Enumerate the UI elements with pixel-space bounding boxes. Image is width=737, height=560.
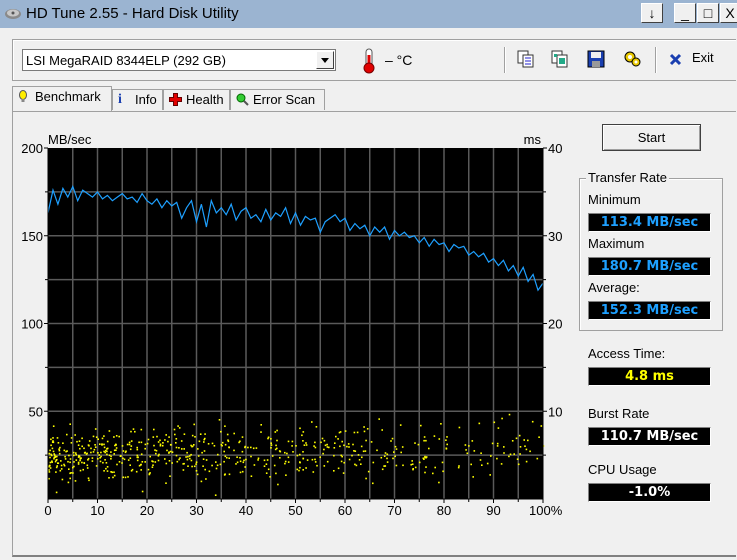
info-icon: i xyxy=(118,92,122,107)
thermometer-icon xyxy=(363,48,375,74)
burst-rate-value: 110.7 MB/sec xyxy=(588,427,711,446)
exit-button[interactable]: Exit xyxy=(692,50,714,65)
minimum-label: Minimum xyxy=(588,192,641,207)
maximize-button[interactable]: □ xyxy=(697,3,719,23)
options-icon[interactable] xyxy=(623,50,641,68)
save-icon[interactable] xyxy=(587,50,605,68)
app-icon xyxy=(5,9,21,19)
benchmark-icon xyxy=(19,90,27,102)
tab-benchmark[interactable]: Benchmark xyxy=(12,86,112,111)
drive-select-value: LSI MegaRAID 8344ELP (292 GB) xyxy=(26,53,226,68)
health-icon xyxy=(169,93,182,106)
maximum-value: 180.7 MB/sec xyxy=(588,257,711,276)
average-value: 152.3 MB/sec xyxy=(588,301,711,320)
minimum-value: 113.4 MB/sec xyxy=(588,213,711,232)
access-time-label: Access Time: xyxy=(588,346,666,361)
access-time-value: 4.8 ms xyxy=(588,367,711,386)
tab-label: Error Scan xyxy=(253,92,316,107)
cpu-usage-label: CPU Usage xyxy=(588,462,657,477)
chevron-down-icon[interactable] xyxy=(316,51,334,69)
tab-error-scan[interactable]: Error Scan xyxy=(230,89,325,110)
tab-label: Health xyxy=(186,92,224,107)
tab-info[interactable]: i Info xyxy=(112,89,163,110)
drive-select[interactable]: LSI MegaRAID 8344ELP (292 GB) xyxy=(22,49,336,71)
title-bar: HD Tune 2.55 - Hard Disk Utility ↓ _ □ X xyxy=(0,0,737,28)
error-scan-icon xyxy=(236,93,249,106)
temperature-readout: – °C xyxy=(385,52,413,68)
pin-button[interactable]: ↓ xyxy=(641,3,663,23)
cpu-usage-value: -1.0% xyxy=(588,483,711,502)
maximum-label: Maximum xyxy=(588,236,645,251)
toolbar-separator xyxy=(655,47,656,73)
close-button[interactable]: X xyxy=(720,3,737,23)
burst-rate-label: Burst Rate xyxy=(588,406,650,421)
average-label: Average: xyxy=(588,280,640,295)
tab-health[interactable]: Health xyxy=(163,89,230,110)
window-title: HD Tune 2.55 - Hard Disk Utility xyxy=(26,5,239,22)
minimize-button[interactable]: _ xyxy=(674,3,696,23)
copy-text-icon[interactable] xyxy=(517,50,535,68)
start-button[interactable]: Start xyxy=(602,124,701,151)
transfer-rate-label: Transfer Rate xyxy=(586,170,669,185)
tab-label: Info xyxy=(135,92,157,107)
copy-screenshot-icon[interactable] xyxy=(551,50,569,68)
exit-icon xyxy=(669,53,682,66)
toolbar-separator xyxy=(504,47,505,73)
tab-label: Benchmark xyxy=(35,89,101,104)
